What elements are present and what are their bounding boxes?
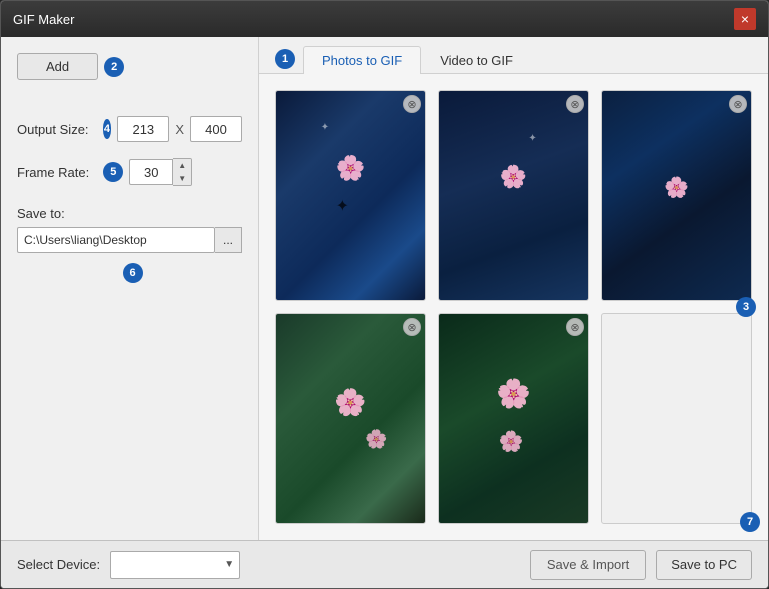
content-area: Add 2 Output Size: 4 X Frame Rate: 5 ▲ ▼ — [1, 37, 768, 540]
device-select[interactable] — [110, 551, 240, 579]
badge-7: 7 — [740, 512, 760, 532]
device-select-wrapper: ▼ — [110, 551, 240, 579]
badge-6-row: 6 — [17, 263, 242, 283]
x-separator: X — [175, 122, 184, 137]
left-panel: Add 2 Output Size: 4 X Frame Rate: 5 ▲ ▼ — [1, 37, 259, 540]
remove-image-3-button[interactable]: ⊗ — [729, 95, 747, 113]
bottom-bar: Select Device: ▼ Save & Import Save to P… — [1, 540, 768, 588]
close-button[interactable]: × — [734, 8, 756, 30]
frame-rate-spinbox: ▲ ▼ — [129, 158, 192, 186]
remove-image-5-button[interactable]: ⊗ — [566, 318, 584, 336]
remove-image-4-button[interactable]: ⊗ — [403, 318, 421, 336]
image-cell-2: 🌸 ✦ ⊗ — [438, 90, 589, 301]
area-badge-3: 3 — [736, 297, 756, 317]
image-cell-4: 🌸 🌸 ⊗ — [275, 313, 426, 524]
badge-6: 6 — [123, 263, 143, 283]
right-panel: 1 Photos to GIF Video to GIF 🌸 ✦ ✦ ⊗ — [259, 37, 768, 540]
frame-rate-input[interactable] — [129, 159, 173, 185]
flower-overlay-1: 🌸 ✦ ✦ — [276, 91, 425, 300]
add-button[interactable]: Add — [17, 53, 98, 80]
save-to-pc-button[interactable]: Save to PC — [656, 550, 752, 580]
flower-overlay-5: 🌸 🌸 — [439, 314, 588, 523]
output-size-row: Output Size: 4 X — [17, 116, 242, 142]
window-title: GIF Maker — [13, 12, 734, 27]
gif-maker-window: GIF Maker × Add 2 Output Size: 4 X Frame… — [0, 0, 769, 589]
tab-video-to-gif[interactable]: Video to GIF — [421, 46, 532, 74]
image-cell-6 — [601, 313, 752, 524]
tab-photos-to-gif[interactable]: Photos to GIF — [303, 46, 421, 74]
flower-overlay-4: 🌸 🌸 — [276, 314, 425, 523]
select-device-label: Select Device: — [17, 557, 100, 572]
tabs-row: 1 Photos to GIF Video to GIF — [259, 37, 768, 74]
add-btn-row: Add 2 — [17, 53, 242, 80]
save-to-section: Save to: ... — [17, 206, 242, 253]
image-cell-5: 🌸 🌸 ⊗ — [438, 313, 589, 524]
flower-overlay-3: 🌸 — [602, 91, 751, 300]
spin-up-button[interactable]: ▲ — [173, 159, 191, 172]
title-bar: GIF Maker × — [1, 1, 768, 37]
frame-rate-row: Frame Rate: 5 ▲ ▼ — [17, 158, 242, 186]
flower-overlay-2: 🌸 ✦ — [439, 91, 588, 300]
height-input[interactable] — [190, 116, 242, 142]
save-path-input[interactable] — [17, 227, 215, 253]
save-to-row: ... — [17, 227, 242, 253]
tab-badge-1: 1 — [275, 49, 295, 69]
save-import-button[interactable]: Save & Import — [530, 550, 646, 580]
add-badge: 2 — [104, 57, 124, 77]
frame-rate-label: Frame Rate: — [17, 165, 89, 180]
remove-image-1-button[interactable]: ⊗ — [403, 95, 421, 113]
width-input[interactable] — [117, 116, 169, 142]
remove-image-2-button[interactable]: ⊗ — [566, 95, 584, 113]
badge-5: 5 — [103, 162, 123, 182]
image-cell-3: 🌸 ⊗ — [601, 90, 752, 301]
image-cell-1: 🌸 ✦ ✦ ⊗ — [275, 90, 426, 301]
save-to-label: Save to: — [17, 206, 242, 221]
spin-down-button[interactable]: ▼ — [173, 172, 191, 185]
badge-4: 4 — [103, 119, 112, 139]
spin-buttons: ▲ ▼ — [173, 158, 192, 186]
image-grid: 🌸 ✦ ✦ ⊗ 🌸 ✦ ⊗ — [259, 74, 768, 540]
output-size-label: Output Size: — [17, 122, 89, 137]
browse-button[interactable]: ... — [215, 227, 242, 253]
